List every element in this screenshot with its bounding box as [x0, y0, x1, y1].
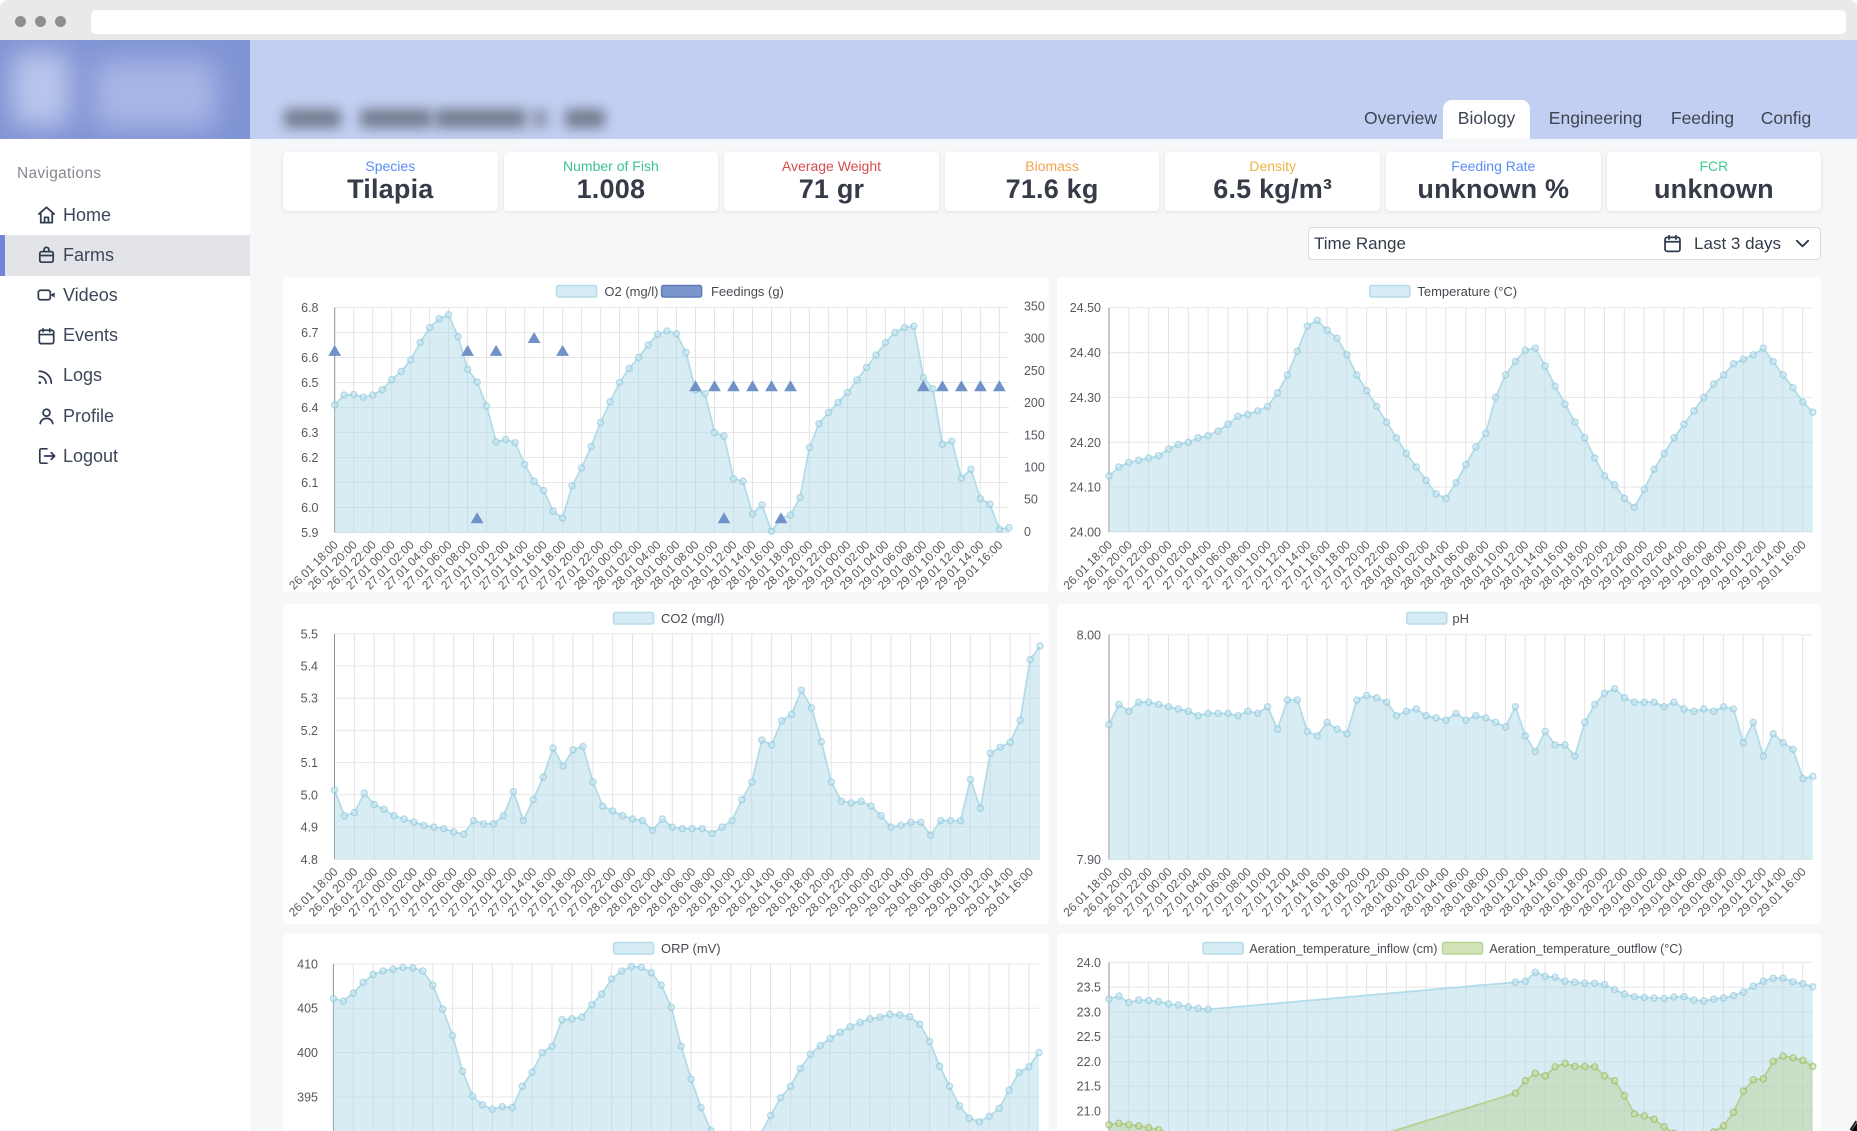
svg-text:24.0: 24.0: [1076, 956, 1100, 970]
svg-text:21.5: 21.5: [1076, 1080, 1100, 1094]
svg-text:200: 200: [1024, 396, 1045, 410]
svg-text:Aeration_temperature_inflow (c: Aeration_temperature_inflow (cm): [1249, 942, 1437, 956]
svg-text:24.20: 24.20: [1069, 436, 1100, 450]
svg-text:Aeration_temperature_outflow (: Aeration_temperature_outflow (°C): [1489, 942, 1682, 956]
svg-text:5.9: 5.9: [301, 526, 318, 540]
svg-text:24.30: 24.30: [1069, 391, 1100, 405]
svg-text:300: 300: [1024, 332, 1045, 346]
svg-text:21.0: 21.0: [1076, 1104, 1100, 1118]
svg-text:6.3: 6.3: [301, 426, 318, 440]
svg-text:22.0: 22.0: [1076, 1055, 1100, 1069]
svg-text:5.5: 5.5: [301, 627, 318, 641]
svg-text:ORP (mV): ORP (mV): [661, 941, 721, 956]
svg-text:24.40: 24.40: [1069, 346, 1100, 360]
svg-text:7.90: 7.90: [1076, 853, 1100, 867]
svg-text:23.5: 23.5: [1076, 981, 1100, 995]
svg-text:6.6: 6.6: [301, 351, 318, 365]
svg-text:Temperature (°C): Temperature (°C): [1417, 284, 1517, 299]
svg-text:5.4: 5.4: [301, 660, 318, 674]
svg-text:24.00: 24.00: [1069, 525, 1100, 539]
svg-text:5.0: 5.0: [301, 788, 318, 802]
svg-text:5.1: 5.1: [301, 756, 318, 770]
svg-text:O2 (mg/l): O2 (mg/l): [604, 284, 658, 299]
svg-text:150: 150: [1024, 428, 1045, 442]
svg-text:395: 395: [297, 1090, 318, 1104]
svg-text:6.1: 6.1: [301, 476, 318, 490]
svg-text:250: 250: [1024, 364, 1045, 378]
svg-text:6.0: 6.0: [301, 501, 318, 515]
svg-text:6.5: 6.5: [301, 376, 318, 390]
svg-text:4.8: 4.8: [301, 853, 318, 867]
svg-text:405: 405: [297, 1002, 318, 1016]
svg-text:24.50: 24.50: [1069, 301, 1100, 315]
svg-text:23.0: 23.0: [1076, 1005, 1100, 1019]
svg-text:6.4: 6.4: [301, 401, 318, 415]
svg-text:5.3: 5.3: [301, 692, 318, 706]
svg-text:410: 410: [297, 957, 318, 971]
svg-text:4.9: 4.9: [301, 821, 318, 835]
svg-text:6.8: 6.8: [301, 301, 318, 315]
svg-text:8.00: 8.00: [1076, 628, 1100, 642]
svg-text:0: 0: [1024, 525, 1031, 539]
svg-text:CO2 (mg/l): CO2 (mg/l): [661, 611, 724, 626]
svg-text:22.5: 22.5: [1076, 1030, 1100, 1044]
svg-text:pH: pH: [1452, 611, 1469, 626]
svg-text:24.10: 24.10: [1069, 481, 1100, 495]
svg-text:350: 350: [1024, 300, 1045, 314]
svg-text:Feedings (g): Feedings (g): [711, 284, 784, 299]
svg-text:6.2: 6.2: [301, 451, 318, 465]
svg-text:5.2: 5.2: [301, 724, 318, 738]
svg-text:6.7: 6.7: [301, 326, 318, 340]
svg-text:100: 100: [1024, 460, 1045, 474]
svg-text:50: 50: [1024, 493, 1038, 507]
svg-text:400: 400: [297, 1046, 318, 1060]
